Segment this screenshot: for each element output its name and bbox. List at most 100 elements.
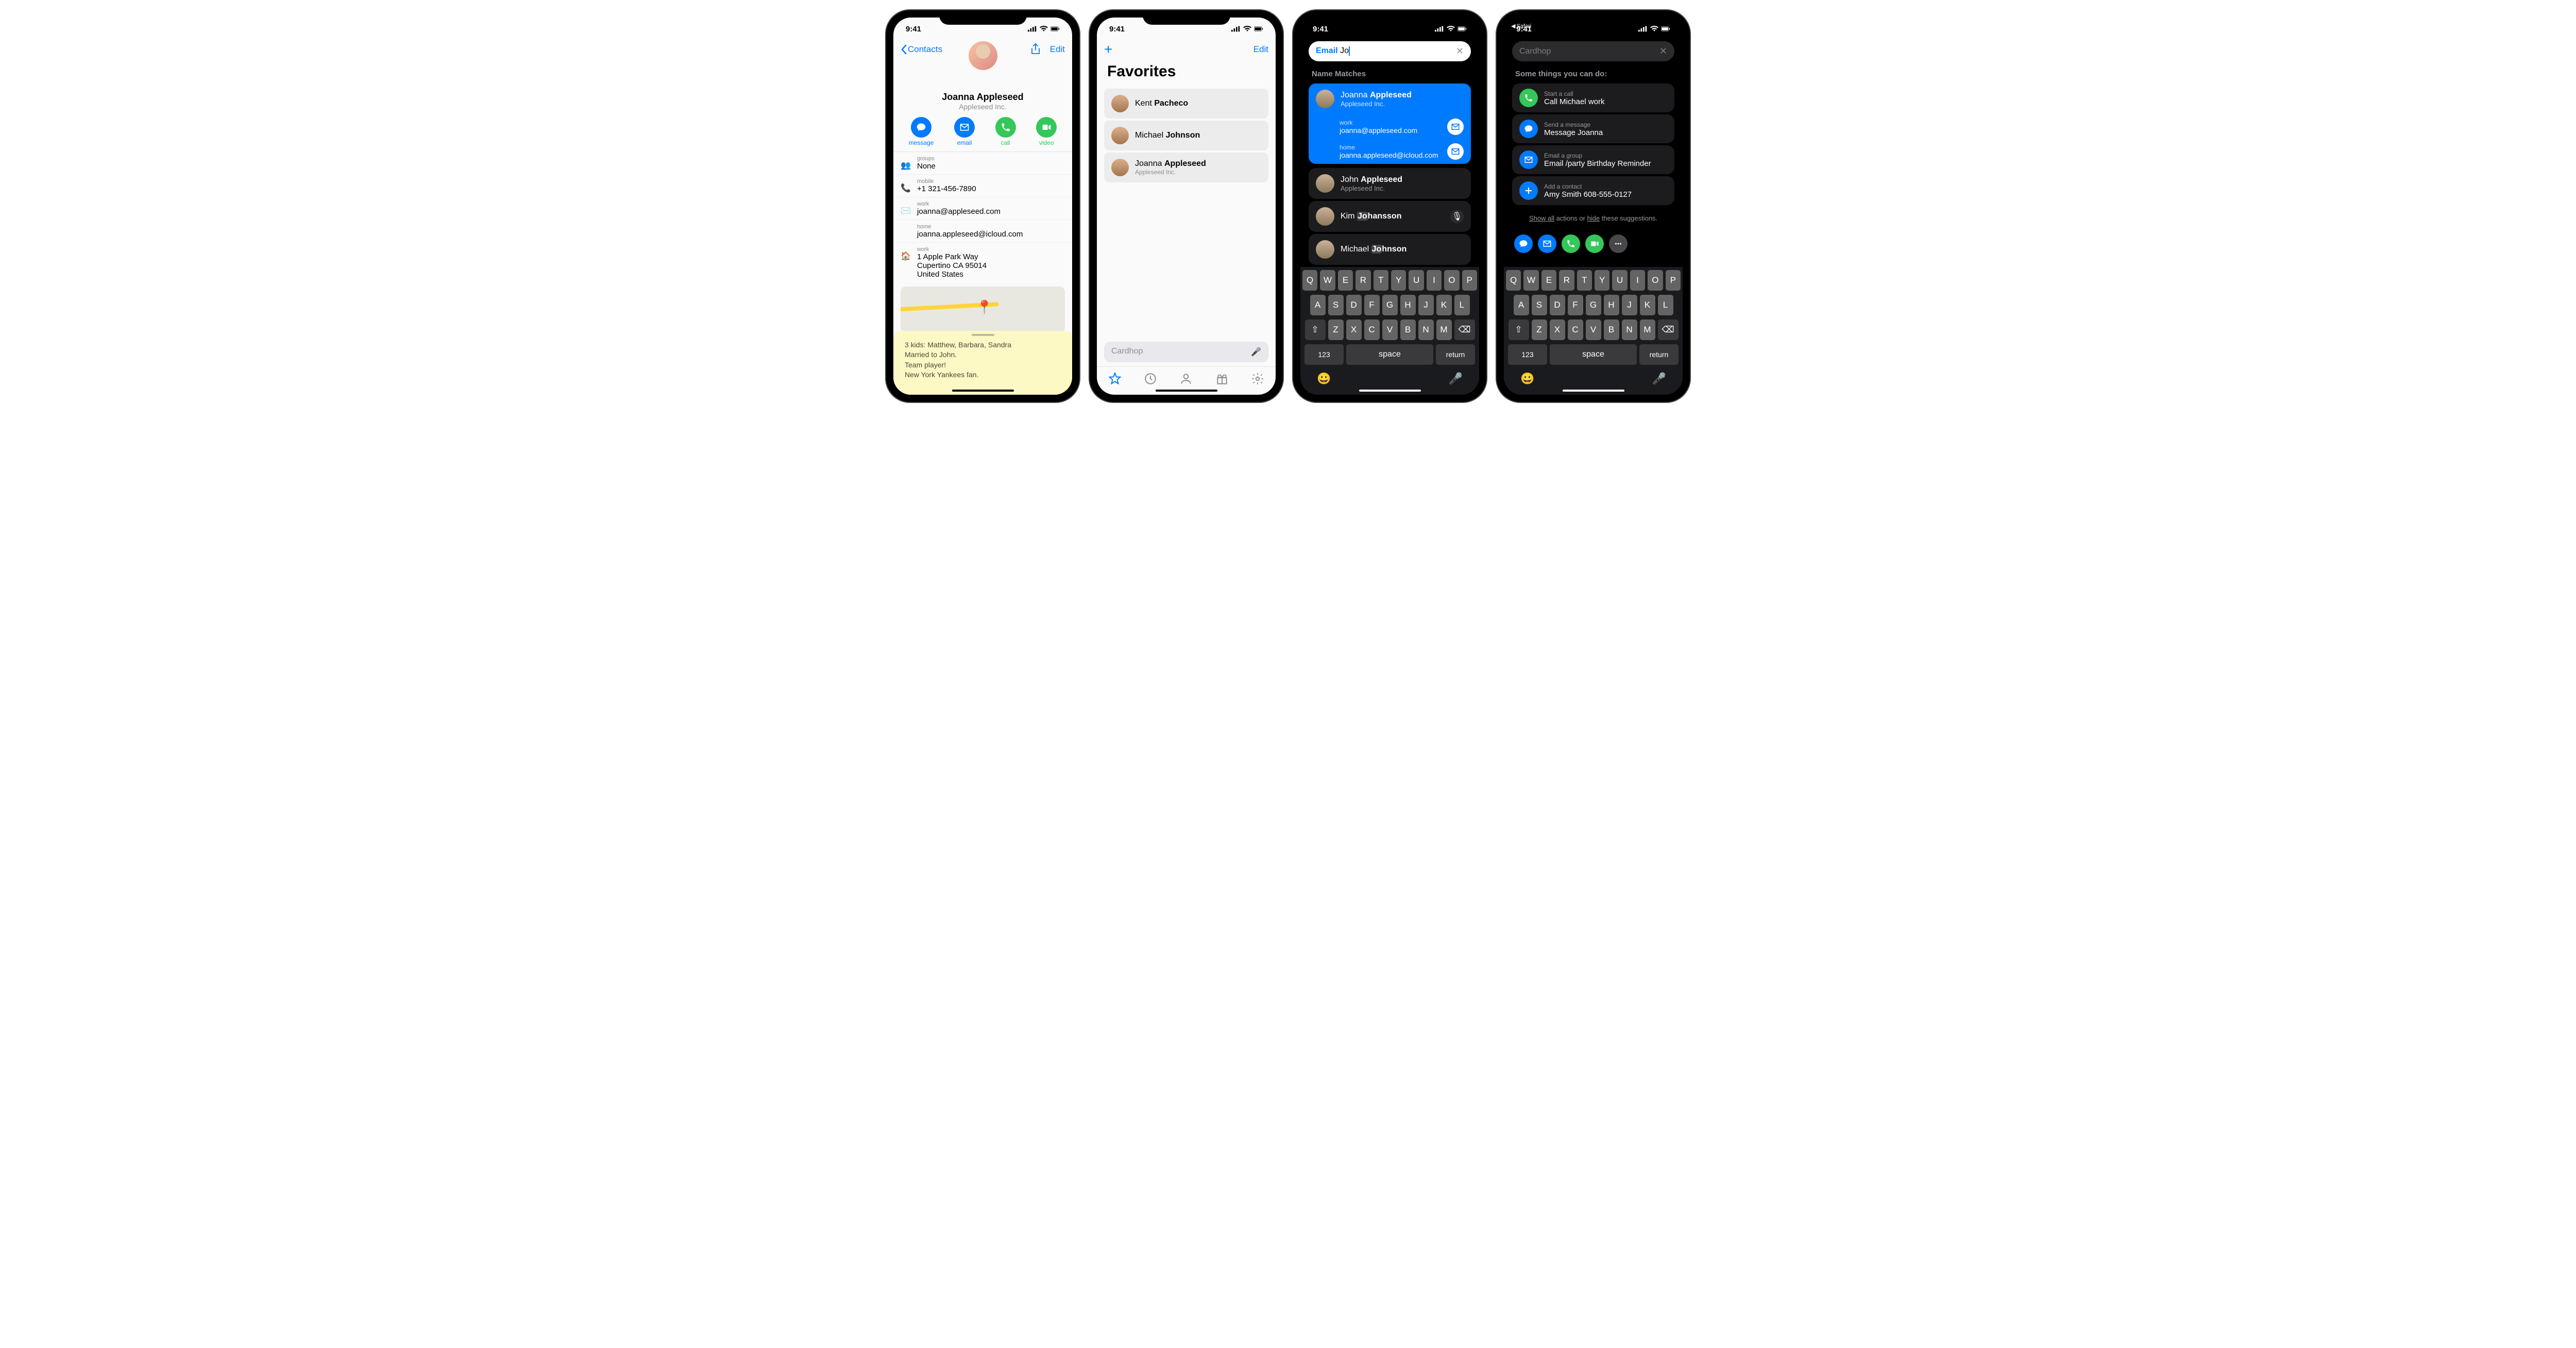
key-x[interactable]: X — [1346, 319, 1362, 340]
numbers-key[interactable]: 123 — [1304, 344, 1344, 365]
favorite-item[interactable]: Kent Pacheco — [1104, 89, 1268, 119]
home-email-row[interactable]: home joanna.appleseed@icloud.com — [893, 220, 1072, 243]
key-t[interactable]: T — [1577, 270, 1592, 291]
mobile-row[interactable]: 📞 mobile +1 321-456-7890 — [893, 175, 1072, 197]
key-v[interactable]: V — [1586, 319, 1601, 340]
key-l[interactable]: L — [1454, 295, 1470, 315]
tab-favorites[interactable] — [1108, 372, 1122, 385]
edit-button[interactable]: Edit — [1050, 44, 1065, 55]
backspace-key[interactable]: ⌫ — [1454, 319, 1475, 340]
key-c[interactable]: C — [1568, 319, 1583, 340]
video-button[interactable]: video — [1036, 117, 1057, 146]
key-b[interactable]: B — [1400, 319, 1416, 340]
favorite-item[interactable]: Joanna AppleseedAppleseed Inc. — [1104, 153, 1268, 182]
back-to-app[interactable]: ◀ Safari — [1511, 23, 1531, 29]
key-q[interactable]: Q — [1302, 270, 1317, 291]
shift-key[interactable]: ⇧ — [1509, 319, 1529, 340]
groups-row[interactable]: 👥 groups None — [893, 152, 1072, 175]
notes-card[interactable]: 3 kids: Matthew, Barbara, Sandra Married… — [893, 331, 1072, 395]
key-w[interactable]: W — [1320, 270, 1335, 291]
key-r[interactable]: R — [1559, 270, 1574, 291]
key-s[interactable]: S — [1532, 295, 1547, 315]
key-e[interactable]: E — [1541, 270, 1556, 291]
key-e[interactable]: E — [1338, 270, 1353, 291]
tab-settings[interactable] — [1251, 372, 1264, 385]
key-p[interactable]: P — [1666, 270, 1681, 291]
tab-recents[interactable] — [1144, 372, 1157, 385]
return-key[interactable]: return — [1436, 344, 1475, 365]
search-result[interactable]: John AppleseedAppleseed Inc. — [1309, 168, 1471, 199]
key-p[interactable]: P — [1462, 270, 1477, 291]
tab-contacts[interactable] — [1179, 372, 1193, 385]
key-y[interactable]: Y — [1391, 270, 1406, 291]
key-h[interactable]: H — [1604, 295, 1619, 315]
clear-icon[interactable]: ✕ — [1456, 46, 1464, 57]
key-v[interactable]: V — [1382, 319, 1398, 340]
key-w[interactable]: W — [1523, 270, 1538, 291]
dictation-key[interactable]: 🎤 — [1449, 372, 1463, 385]
space-key[interactable]: space — [1550, 344, 1637, 365]
clear-icon[interactable]: ✕ — [1659, 46, 1667, 57]
chip-video[interactable] — [1585, 234, 1604, 253]
address-row[interactable]: 🏠 work 1 Apple Park Way Cupertino CA 950… — [893, 243, 1072, 282]
key-y[interactable]: Y — [1595, 270, 1609, 291]
key-k[interactable]: K — [1436, 295, 1452, 315]
favorite-item[interactable]: Michael Johnson — [1104, 121, 1268, 150]
key-m[interactable]: M — [1640, 319, 1655, 340]
suggestion-item[interactable]: Email a groupEmail /party Birthday Remin… — [1512, 145, 1674, 174]
key-o[interactable]: O — [1648, 270, 1663, 291]
email-home-row[interactable]: homejoanna.appleseed@icloud.com — [1309, 139, 1471, 164]
key-f[interactable]: F — [1364, 295, 1380, 315]
key-m[interactable]: M — [1436, 319, 1452, 340]
key-g[interactable]: G — [1382, 295, 1398, 315]
suggestion-item[interactable]: Start a callCall Michael work — [1512, 83, 1674, 112]
key-a[interactable]: A — [1514, 295, 1529, 315]
key-i[interactable]: I — [1630, 270, 1645, 291]
key-s[interactable]: S — [1328, 295, 1344, 315]
key-t[interactable]: T — [1374, 270, 1388, 291]
message-button[interactable]: message — [909, 117, 934, 146]
notes-handle[interactable] — [972, 334, 994, 336]
key-z[interactable]: Z — [1328, 319, 1344, 340]
dictation-key[interactable]: 🎤 — [1652, 372, 1666, 385]
call-button[interactable]: call — [995, 117, 1016, 146]
key-b[interactable]: B — [1604, 319, 1619, 340]
chip-call[interactable] — [1562, 234, 1580, 253]
add-button[interactable]: + — [1104, 41, 1112, 58]
email-button[interactable]: email — [954, 117, 975, 146]
home-indicator[interactable] — [952, 390, 1014, 392]
key-r[interactable]: R — [1355, 270, 1370, 291]
chip-email[interactable] — [1538, 234, 1556, 253]
search-result-selected[interactable]: Joanna AppleseedAppleseed Inc. workjoann… — [1309, 83, 1471, 164]
shift-key[interactable]: ⇧ — [1305, 319, 1326, 340]
search-input[interactable]: Cardhop 🎤 — [1104, 342, 1268, 362]
share-icon[interactable] — [1030, 43, 1041, 56]
mic-icon[interactable]: 🎤 — [1251, 347, 1261, 357]
key-u[interactable]: U — [1409, 270, 1423, 291]
key-k[interactable]: K — [1640, 295, 1655, 315]
search-input[interactable]: Cardhop ✕ — [1512, 41, 1674, 61]
key-q[interactable]: Q — [1506, 270, 1521, 291]
key-d[interactable]: D — [1346, 295, 1362, 315]
key-x[interactable]: X — [1550, 319, 1565, 340]
email-work-row[interactable]: workjoanna@appleseed.com — [1309, 114, 1471, 139]
keyboard[interactable]: QWERTYUIOP ASDFGHJKL ⇧ZXCVBNM⌫ 123spacer… — [1504, 267, 1683, 395]
suggestion-item[interactable]: Send a messageMessage Joanna — [1512, 114, 1674, 143]
home-indicator[interactable] — [1359, 390, 1421, 392]
key-j[interactable]: J — [1622, 295, 1637, 315]
dictation-badge[interactable]: 🎙 — [1450, 210, 1464, 223]
key-o[interactable]: O — [1444, 270, 1459, 291]
key-a[interactable]: A — [1310, 295, 1326, 315]
contact-avatar[interactable] — [969, 41, 997, 70]
key-d[interactable]: D — [1550, 295, 1565, 315]
emoji-key[interactable]: 😀 — [1317, 372, 1331, 385]
numbers-key[interactable]: 123 — [1508, 344, 1547, 365]
key-n[interactable]: N — [1622, 319, 1637, 340]
tab-birthdays[interactable] — [1215, 372, 1229, 385]
key-c[interactable]: C — [1364, 319, 1380, 340]
map-thumbnail[interactable]: 📍 — [901, 287, 1065, 333]
key-f[interactable]: F — [1568, 295, 1583, 315]
work-email-row[interactable]: ✉️ work joanna@appleseed.com — [893, 197, 1072, 220]
search-input[interactable]: Email Jo ✕ — [1309, 41, 1471, 61]
key-i[interactable]: I — [1427, 270, 1442, 291]
